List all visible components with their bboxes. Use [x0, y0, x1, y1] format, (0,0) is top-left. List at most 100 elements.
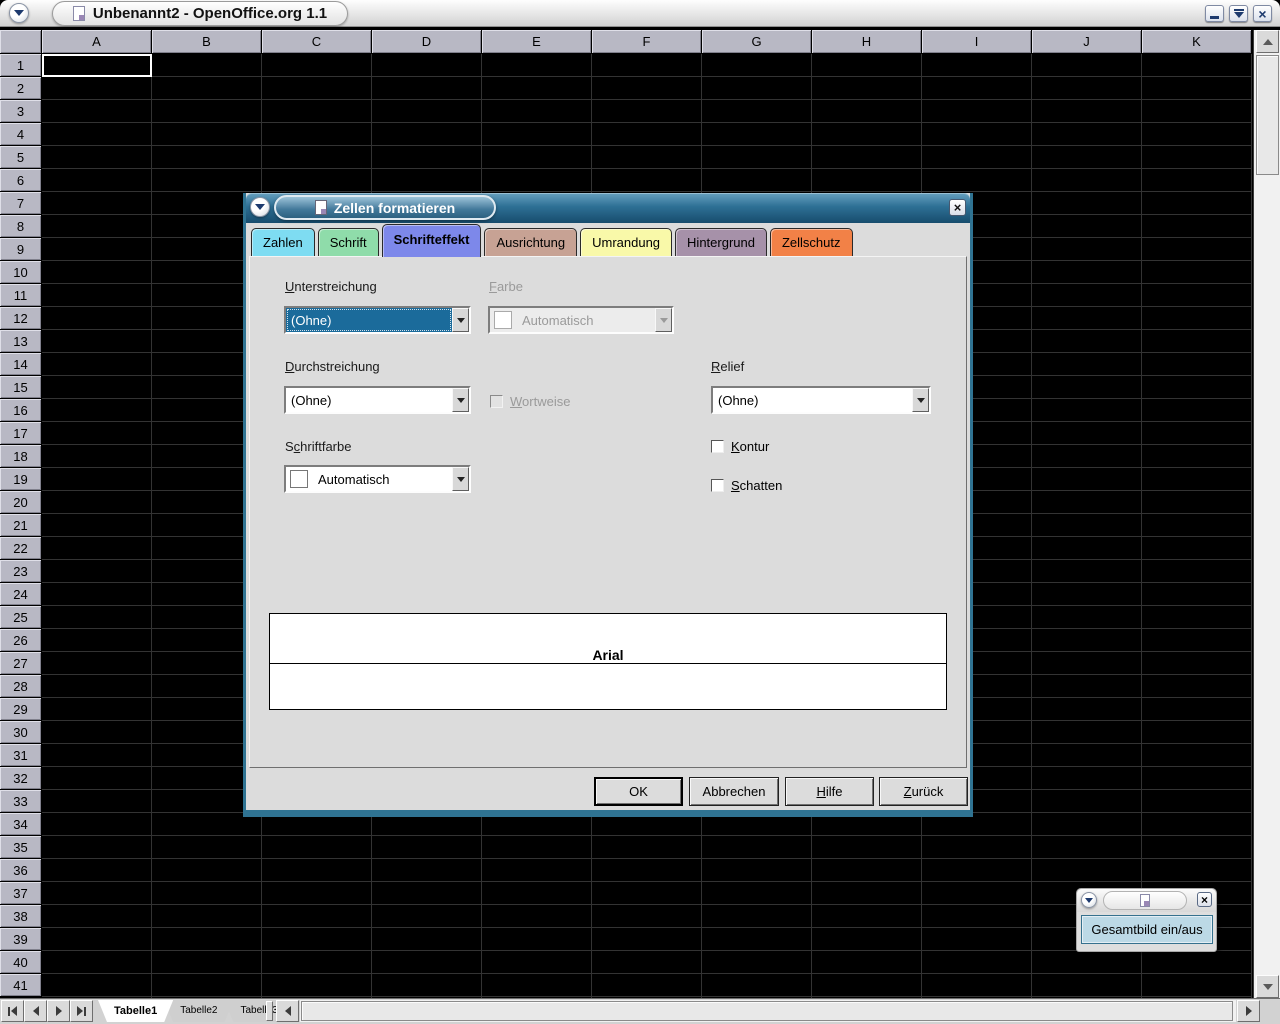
strikethrough-select[interactable]: (Ohne) [284, 386, 471, 414]
column-header-j[interactable]: J [1032, 30, 1142, 54]
column-header-e[interactable]: E [482, 30, 592, 54]
row-header-38[interactable]: 38 [0, 905, 42, 928]
row-header-10[interactable]: 10 [0, 261, 42, 284]
row-header-12[interactable]: 12 [0, 307, 42, 330]
dialog-tab-schrifteffekt[interactable]: Schrifteffekt [382, 224, 482, 257]
dialog-tab-ausrichtung[interactable]: Ausrichtung [484, 228, 577, 256]
checkbox-box[interactable] [711, 479, 724, 492]
dropdown-arrow-icon[interactable] [912, 388, 929, 412]
row-header-2[interactable]: 2 [0, 77, 42, 100]
row-header-17[interactable]: 17 [0, 422, 42, 445]
dropdown-arrow-icon[interactable] [452, 467, 469, 491]
previous-sheet-button[interactable] [24, 1000, 47, 1022]
row-header-9[interactable]: 9 [0, 238, 42, 261]
floating-window-menu-button[interactable] [1081, 892, 1097, 908]
row-header-15[interactable]: 15 [0, 376, 42, 399]
row-header-26[interactable]: 26 [0, 629, 42, 652]
row-header-25[interactable]: 25 [0, 606, 42, 629]
row-header-40[interactable]: 40 [0, 951, 42, 974]
row-header-3[interactable]: 3 [0, 100, 42, 123]
scroll-up-button[interactable] [1256, 30, 1279, 53]
column-header-c[interactable]: C [262, 30, 372, 54]
first-sheet-button[interactable] [1, 1000, 24, 1022]
active-cell[interactable] [42, 54, 152, 77]
row-header-11[interactable]: 11 [0, 284, 42, 307]
column-header-a[interactable]: A [42, 30, 152, 54]
window-menu-button[interactable] [9, 3, 29, 23]
row-header-30[interactable]: 30 [0, 721, 42, 744]
row-header-21[interactable]: 21 [0, 514, 42, 537]
dialog-tab-zellschutz[interactable]: Zellschutz [770, 228, 853, 256]
row-header-16[interactable]: 16 [0, 399, 42, 422]
checkbox-box[interactable] [711, 440, 724, 453]
maximize-button[interactable] [1229, 5, 1248, 22]
row-header-28[interactable]: 28 [0, 675, 42, 698]
row-header-39[interactable]: 39 [0, 928, 42, 951]
row-header-1[interactable]: 1 [0, 54, 42, 77]
last-sheet-button[interactable] [70, 1000, 93, 1022]
row-header-34[interactable]: 34 [0, 813, 42, 836]
minimize-button[interactable] [1205, 5, 1224, 22]
floating-window-close-button[interactable]: × [1197, 892, 1212, 907]
back-button[interactable]: Zurück [879, 777, 968, 806]
column-header-g[interactable]: G [702, 30, 812, 54]
row-header-41[interactable]: 41 [0, 974, 42, 997]
dropdown-arrow-icon[interactable] [452, 308, 469, 332]
row-header-18[interactable]: 18 [0, 445, 42, 468]
row-header-4[interactable]: 4 [0, 123, 42, 146]
row-header-8[interactable]: 8 [0, 215, 42, 238]
dialog-close-button[interactable]: × [949, 199, 966, 216]
relief-select[interactable]: (Ohne) [711, 386, 931, 414]
row-header-14[interactable]: 14 [0, 353, 42, 376]
scroll-right-button[interactable] [1237, 1000, 1260, 1022]
row-header-22[interactable]: 22 [0, 537, 42, 560]
column-header-f[interactable]: F [592, 30, 702, 54]
row-header-33[interactable]: 33 [0, 790, 42, 813]
horizontal-scrollbar[interactable] [300, 1000, 1236, 1022]
vertical-scrollbar[interactable] [1253, 30, 1280, 998]
row-header-36[interactable]: 36 [0, 859, 42, 882]
column-header-d[interactable]: D [372, 30, 482, 54]
sheet-tab-tabelle2[interactable]: Tabelle2 [164, 1000, 233, 1022]
cancel-button[interactable]: Abbrechen [689, 777, 779, 806]
column-header-h[interactable]: H [812, 30, 922, 54]
dialog-tab-hintergrund[interactable]: Hintergrund [675, 228, 767, 256]
dropdown-arrow-icon[interactable] [452, 388, 469, 412]
fontcolor-select[interactable]: Automatisch [284, 465, 471, 493]
row-header-7[interactable]: 7 [0, 192, 42, 215]
row-header-24[interactable]: 24 [0, 583, 42, 606]
row-header-29[interactable]: 29 [0, 698, 42, 721]
row-header-23[interactable]: 23 [0, 560, 42, 583]
outline-checkbox[interactable]: Kontur [711, 439, 769, 454]
help-button[interactable]: Hilfe [785, 777, 874, 806]
column-header-b[interactable]: B [152, 30, 262, 54]
dialog-tab-umrandung[interactable]: Umrandung [580, 228, 672, 256]
gesamtbild-toggle-button[interactable]: Gesamtbild ein/aus [1081, 915, 1213, 944]
row-header-5[interactable]: 5 [0, 146, 42, 169]
next-sheet-button[interactable] [47, 1000, 70, 1022]
row-header-32[interactable]: 32 [0, 767, 42, 790]
row-header-6[interactable]: 6 [0, 169, 42, 192]
row-header-35[interactable]: 35 [0, 836, 42, 859]
scroll-down-button[interactable] [1256, 975, 1279, 998]
vertical-scrollbar-thumb[interactable] [1256, 55, 1279, 175]
close-button[interactable]: × [1253, 5, 1272, 22]
horizontal-scrollbar-thumb[interactable] [301, 1001, 1233, 1021]
dialog-tab-schrift[interactable]: Schrift [318, 228, 379, 256]
row-header-13[interactable]: 13 [0, 330, 42, 353]
column-header-k[interactable]: K [1142, 30, 1252, 54]
scroll-left-button[interactable] [276, 1000, 299, 1022]
row-header-20[interactable]: 20 [0, 491, 42, 514]
shadow-checkbox[interactable]: Schatten [711, 478, 782, 493]
row-header-37[interactable]: 37 [0, 882, 42, 905]
tab-scrollbar-splitter[interactable] [266, 1001, 273, 1021]
ok-button[interactable]: OK [594, 777, 683, 806]
dialog-tab-zahlen[interactable]: Zahlen [251, 228, 315, 256]
row-header-31[interactable]: 31 [0, 744, 42, 767]
column-header-i[interactable]: I [922, 30, 1032, 54]
select-all-corner[interactable] [0, 30, 42, 54]
row-header-19[interactable]: 19 [0, 468, 42, 491]
dialog-menu-button[interactable] [250, 197, 270, 217]
underline-select[interactable]: (Ohne) [284, 306, 471, 334]
sheet-tab-tabelle1[interactable]: Tabelle1 [98, 1000, 173, 1022]
